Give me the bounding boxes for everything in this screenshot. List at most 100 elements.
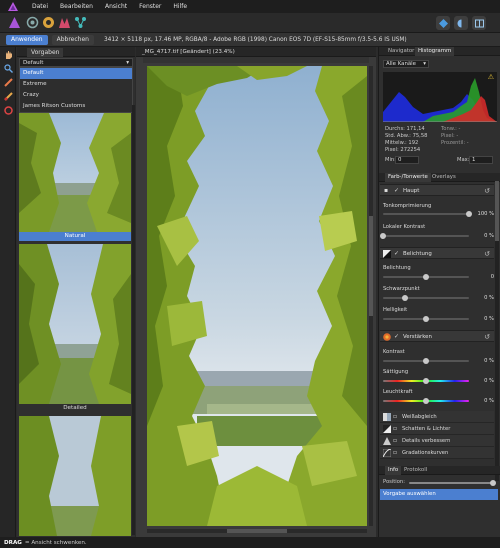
menu-file[interactable]: Datei [32,3,48,10]
horizontal-scrollbar[interactable] [147,529,367,533]
menu-window[interactable]: Fenster [139,3,161,10]
reset-icon[interactable]: ↺ [484,333,490,341]
adjustment-white-balance[interactable]: ▫ Weißabgleich [380,411,494,423]
curves-icon [383,449,391,457]
slider-value[interactable]: 0 % [474,295,494,301]
slider-knob[interactable] [423,398,429,404]
scrollbar-thumb[interactable] [227,529,287,533]
slider-value[interactable]: 100 % [474,211,494,217]
adjustments-scrollbar[interactable] [495,181,499,481]
quick-mask-icon[interactable] [454,16,468,30]
section-main[interactable]: ▪ ✓ Haupt ↺ [380,184,494,196]
export-persona-icon[interactable] [74,16,87,29]
saturation-slider[interactable] [383,378,469,384]
checkmark-icon[interactable]: ✓ [394,333,401,340]
contrast-slider[interactable] [383,358,469,364]
max-input[interactable]: 1 [469,156,493,164]
tone-mapping-persona-icon[interactable] [58,16,71,29]
tab-presets[interactable]: Vorgaben [27,48,64,57]
preset-thumbnail-label[interactable]: Natural [19,232,131,241]
slider-knob[interactable] [423,378,429,384]
slider-value[interactable]: 0 % [474,398,494,404]
checkbox[interactable]: ▫ [393,413,397,420]
history-position-slider[interactable] [409,480,496,486]
apply-button[interactable]: Anwenden [6,34,48,45]
split-view-icon[interactable] [472,16,486,30]
dodge-tool-icon[interactable] [3,91,13,101]
slider-knob[interactable] [466,211,472,217]
local-contrast-slider[interactable] [380,233,469,239]
tone-compression-slider[interactable] [383,211,472,217]
slider-value[interactable]: 0 [474,274,494,280]
presets-scrollbar[interactable] [132,105,135,535]
preset-category-dropdown[interactable]: Default ▾ [19,58,133,67]
preset-option-extreme[interactable]: Extreme [20,79,132,90]
exposure-slider[interactable] [383,274,469,280]
stat-tone: Tonw.: - [441,126,461,132]
history-item[interactable]: Vorgabe auswählen [380,489,498,500]
brush-tool-icon[interactable] [3,77,13,87]
cancel-button[interactable]: Abbrechen [51,34,94,45]
develop-persona-icon[interactable] [42,16,55,29]
slider-knob[interactable] [490,480,496,486]
zoom-tool-icon[interactable] [3,63,13,73]
preset-thumbnail-natural[interactable] [19,113,131,232]
checkbox[interactable]: ▫ [393,425,397,432]
brightness-slider[interactable] [383,316,469,322]
menu-edit[interactable]: Bearbeiten [60,3,93,10]
slider-knob[interactable] [423,316,429,322]
clone-tool-icon[interactable] [3,105,13,115]
slider-label: Lokaler Kontrast [383,224,426,230]
adjustment-details[interactable]: ▫ Details verbessern [380,435,494,447]
max-value: 1 [472,157,476,163]
reset-icon[interactable]: ↺ [484,187,490,195]
menu-help[interactable]: Hilfe [173,3,187,10]
preset-option-crazy[interactable]: Crazy [20,90,132,101]
scrollbar-thumb[interactable] [495,181,499,241]
vibrance-slider[interactable] [383,398,469,404]
slider-knob[interactable] [423,274,429,280]
checkbox[interactable]: ▫ [393,437,397,444]
preset-option-james-ritson[interactable]: James Ritson Customs [20,101,132,112]
slider-value[interactable]: 0 % [474,233,494,239]
adjustment-curves[interactable]: ▫ Gradationskurven [380,447,494,459]
slider-knob[interactable] [401,295,408,301]
blackpoint-slider[interactable] [383,295,469,301]
tab-tone[interactable]: Farb-/Tonwerte [385,173,431,182]
tab-overlays[interactable]: Overlays [429,173,459,182]
liquify-persona-icon[interactable] [26,16,39,29]
presets-tab-bar: Vorgaben [17,47,135,57]
min-input[interactable]: 0 [395,156,419,164]
hand-tool-icon[interactable] [3,49,13,59]
affinity-photo-logo-icon[interactable] [6,0,20,13]
preset-thumbnail-label[interactable]: Detailed [19,404,131,413]
slider-knob[interactable] [380,233,386,239]
tab-history[interactable]: Protokoll [401,466,430,475]
assistant-icon[interactable] [436,16,450,30]
document-tab[interactable]: _MG_4717.tif [Geändert] (23.4%) [142,48,235,57]
slider-knob[interactable] [423,358,429,364]
scrollbar-thumb[interactable] [369,216,373,316]
menu-view[interactable]: Ansicht [105,3,127,10]
preset-option-default[interactable]: Default [20,68,132,79]
slider-value[interactable]: 0 % [474,378,494,384]
section-enhance[interactable]: ✓ Verstärken ↺ [380,330,494,342]
channel-dropdown[interactable]: Alle Kanäle ▾ [383,60,429,68]
tab-info[interactable]: Info [385,466,402,475]
slider-value[interactable]: 0 % [474,316,494,322]
preset-thumbnail[interactable] [19,416,131,536]
checkmark-icon[interactable]: ✓ [394,250,401,257]
reset-icon[interactable]: ↺ [484,250,490,258]
slider-value[interactable]: 0 % [474,358,494,364]
preset-thumbnail-detailed[interactable] [19,244,131,404]
section-enabled-checkbox[interactable]: ▪ [384,187,391,194]
warning-icon: ⚠ [487,73,494,81]
document-image[interactable] [147,66,367,526]
adjustment-shadows-highlights[interactable]: ▫ Schatten & Lichter [380,423,494,435]
photo-persona-icon[interactable] [8,16,21,29]
vertical-scrollbar[interactable] [369,66,373,526]
tab-navigator[interactable]: Navigator [385,47,417,56]
tab-histogram[interactable]: Histogramm [415,47,455,56]
section-exposure[interactable]: ✓ Belichtung ↺ [380,247,494,259]
checkbox[interactable]: ▫ [393,449,397,456]
